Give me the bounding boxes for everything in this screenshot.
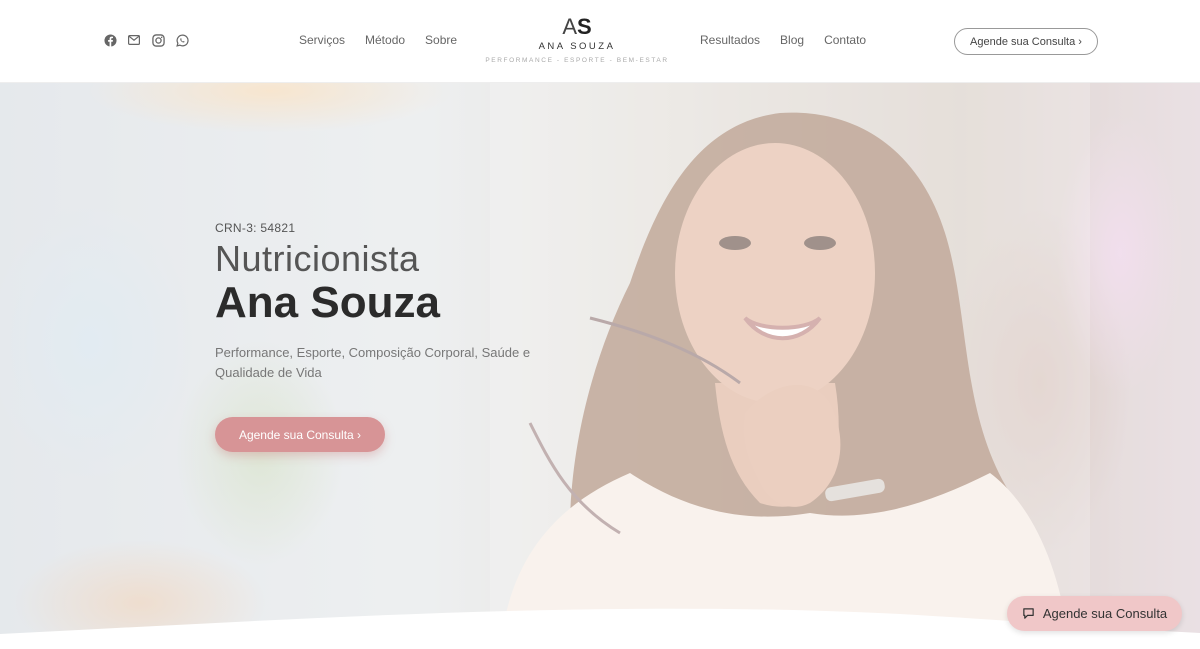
- hero-content: CRN-3: 54821 Nutricionista Ana Souza Per…: [215, 221, 545, 452]
- nav-link-resultados[interactable]: Resultados: [700, 33, 760, 47]
- header-schedule-button[interactable]: Agende sua Consulta ›: [954, 28, 1098, 55]
- site-header: Serviços Método Sobre AS ANA SOUZA PERFO…: [0, 0, 1200, 83]
- hero-section: CRN-3: 54821 Nutricionista Ana Souza Per…: [0, 83, 1200, 649]
- nav-link-contato[interactable]: Contato: [824, 33, 866, 47]
- hero-overlay: [0, 83, 1200, 649]
- logo-tagline: PERFORMANCE - ESPORTE - BEM-ESTAR: [485, 57, 669, 64]
- hero-subtitle: Performance, Esporte, Composição Corpora…: [215, 345, 531, 380]
- hero-title-name: Ana Souza: [215, 278, 440, 327]
- floating-schedule-label: Agende sua Consulta: [1042, 606, 1168, 621]
- floating-schedule-button[interactable]: Agende sua Consulta: [1007, 596, 1182, 631]
- chat-icon: [1022, 607, 1035, 620]
- logo-monogram-a: A: [562, 14, 577, 39]
- logo-monogram-s: S: [577, 14, 592, 39]
- nav-link-blog[interactable]: Blog: [780, 33, 804, 47]
- hero-schedule-button[interactable]: Agende sua Consulta ›: [215, 417, 385, 452]
- crn-number: CRN-3: 54821: [215, 221, 296, 235]
- hero-title-profession: Nutricionista: [215, 238, 420, 279]
- nav-right: Resultados Blog Contato: [700, 33, 866, 47]
